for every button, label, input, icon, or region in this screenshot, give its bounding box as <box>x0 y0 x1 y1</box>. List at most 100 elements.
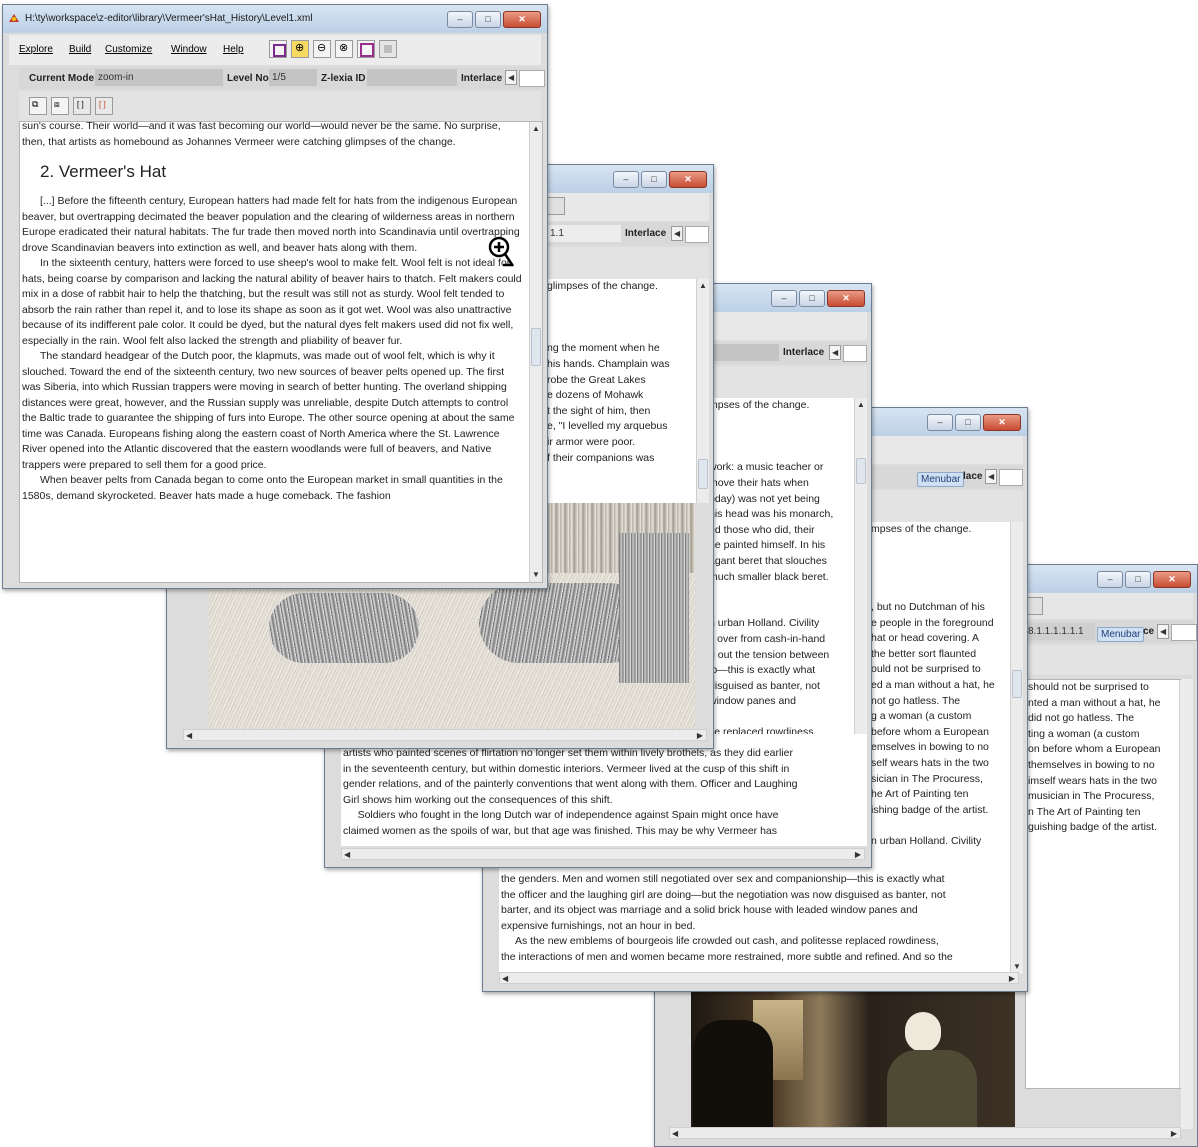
maximize-button[interactable]: □ <box>1125 571 1151 588</box>
window5-toolbar-strip <box>1015 593 1193 619</box>
main-vscroll[interactable]: ▲ ▼ <box>529 122 542 582</box>
minimize-button[interactable]: – <box>927 414 953 431</box>
window2-text-line <box>547 326 695 342</box>
window2-vscroll[interactable]: ▲ <box>696 279 709 503</box>
zoom-reset-tool-icon[interactable]: ⊗ <box>335 40 353 58</box>
maximize-button[interactable]: □ <box>641 171 667 188</box>
level-no-field[interactable]: 1/5 <box>269 69 317 86</box>
window5-text-line: did not go hatless. The <box>1028 712 1135 725</box>
window2-text-line <box>547 310 695 326</box>
main-window[interactable]: H:\ty\workspace\z-editor\library\Vermeer… <box>2 4 548 589</box>
maximize-button[interactable]: □ <box>475 11 501 28</box>
window3-hscroll[interactable]: ◀ ▶ <box>341 848 865 860</box>
save-icon[interactable] <box>379 40 397 58</box>
window4-fieldbar: Menubar lace ◀ <box>871 466 1023 488</box>
scroll-thumb[interactable] <box>856 458 866 484</box>
save-icon[interactable] <box>547 197 565 215</box>
window4-text-line: , but no Dutchman of his <box>871 600 985 613</box>
window5-text-area[interactable]: should not be surprised to nted a man wit… <box>1025 679 1193 1089</box>
window4-vscroll-bottom[interactable]: ▼ <box>1010 850 1023 974</box>
frame-tool-icon[interactable] <box>357 40 375 58</box>
minimize-button[interactable]: – <box>447 11 473 28</box>
level-no-label: Level No <box>227 73 269 84</box>
window4-hscroll[interactable]: ◀ ▶ <box>499 972 1019 984</box>
scroll-thumb[interactable] <box>1012 670 1022 698</box>
zlexia-id-field[interactable]: 1.1 <box>547 225 621 242</box>
window4-text-line: barter, and its object was marriage and … <box>501 904 918 917</box>
interlace-left-arrow[interactable]: ◀ <box>829 345 841 360</box>
select-mode-icon[interactable] <box>269 40 287 58</box>
zlexia-id-field[interactable] <box>367 69 457 86</box>
tile-icon[interactable]: ⧈ <box>51 97 69 115</box>
officer-figure <box>693 1020 773 1127</box>
interlace-input[interactable] <box>685 226 709 243</box>
menu-help[interactable]: Help <box>223 44 244 55</box>
interlace-label: Interlace <box>625 228 667 239</box>
paragraph-1: [...] Before the fifteenth century, Euro… <box>22 195 520 254</box>
scroll-thumb[interactable] <box>698 459 708 489</box>
zlexia-id-field[interactable] <box>707 344 779 361</box>
window4-text-bottom[interactable]: the genders. Men and women still negotia… <box>499 850 1023 974</box>
window3-text-line: se replaced rowdiness, <box>709 726 817 734</box>
menu-explore[interactable]: Explore <box>19 44 53 55</box>
window4-text-line <box>871 584 1009 600</box>
window3-vscroll[interactable]: ▲ <box>854 398 867 734</box>
current-mode-field[interactable]: zoom-in <box>95 69 223 86</box>
window4-text-line: hat or head covering. A <box>871 632 979 645</box>
window4-text-right[interactable]: mpses of the change. , but no Dutchman of… <box>871 522 1023 850</box>
interlace-input[interactable] <box>1171 624 1197 641</box>
cascade-icon[interactable]: ⧉ <box>29 97 47 115</box>
interlace-left-arrow[interactable]: ◀ <box>505 70 517 85</box>
window2-hscroll[interactable]: ◀ ▶ <box>183 729 707 741</box>
window3-text-line: n urban Holland. Civility <box>709 617 820 630</box>
minimize-button[interactable]: – <box>771 290 797 307</box>
zoom-out-tool-icon[interactable]: ⊖ <box>313 40 331 58</box>
window5-text-line: musician in The Procuress, <box>1028 790 1155 803</box>
window3-text-line: in the seventeenth century, but within d… <box>343 762 790 775</box>
window3-text-line <box>709 710 853 726</box>
window4-text-line <box>871 553 1009 569</box>
interlace-input[interactable] <box>999 469 1023 486</box>
menubar-tooltip: Menubar <box>1097 627 1145 642</box>
window5-vscroll-right[interactable] <box>1181 679 1193 1129</box>
scroll-thumb[interactable] <box>531 328 541 366</box>
window4-text-line: mpses of the change. <box>871 523 972 535</box>
close-button[interactable]: ✕ <box>983 414 1021 431</box>
zlexia-id-field[interactable]: 8.1.1.1.1.1.1 <box>1025 623 1095 640</box>
zoom-in-tool-icon[interactable]: ⊕ <box>291 40 309 58</box>
window3-text-bottom[interactable]: artists who painted scenes of flirtation… <box>341 734 867 846</box>
interlace-left-arrow[interactable]: ◀ <box>671 226 683 241</box>
window2-controls: – □ ✕ <box>613 171 707 188</box>
window4-text-line: not go hatless. The <box>871 694 961 707</box>
close-button[interactable]: ✕ <box>669 171 707 188</box>
window2-text-line: f their companions was <box>547 451 655 464</box>
menu-window[interactable]: Window <box>171 44 207 55</box>
text-intro: sun's course. Their world—and it was fas… <box>22 121 501 148</box>
menu-customize[interactable]: Customize <box>105 44 152 55</box>
interlace-left-arrow[interactable]: ◀ <box>985 469 997 484</box>
window4-text-line <box>871 538 1009 554</box>
minimize-button[interactable]: – <box>613 171 639 188</box>
close-button[interactable]: ✕ <box>827 290 865 307</box>
highlight-bracket-icon[interactable]: [ ] <box>95 97 113 115</box>
window3-text-line: oday) was not yet being <box>709 492 820 505</box>
interlace-input[interactable] <box>843 345 867 362</box>
window3-text-fragments: mpses of the change. work: a music teache… <box>709 398 853 734</box>
window3-text-right[interactable]: mpses of the change. work: a music teache… <box>709 398 867 734</box>
main-text-area[interactable]: sun's course. Their world—and it was fas… <box>19 121 543 583</box>
menu-build[interactable]: Build <box>69 44 91 55</box>
vermeer-painting-image <box>691 990 1015 1127</box>
window4-vscroll[interactable] <box>1010 522 1023 850</box>
window3-text-line: gender relations, and of the painterly c… <box>343 778 798 791</box>
window5-hscroll[interactable]: ◀ ▶ <box>669 1127 1181 1139</box>
window4-text-line: ishing badge of the artist. <box>871 803 989 816</box>
interlace-left-arrow[interactable]: ◀ <box>1157 624 1169 639</box>
window2-text-right[interactable]: glimpses of the change. ng the moment whe… <box>547 279 709 503</box>
maximize-button[interactable]: □ <box>955 414 981 431</box>
interlace-input[interactable] <box>519 70 545 87</box>
close-button[interactable]: ✕ <box>1153 571 1191 588</box>
minimize-button[interactable]: – <box>1097 571 1123 588</box>
bracket-icon[interactable]: [ ] <box>73 97 91 115</box>
close-button[interactable]: ✕ <box>503 11 541 28</box>
maximize-button[interactable]: □ <box>799 290 825 307</box>
